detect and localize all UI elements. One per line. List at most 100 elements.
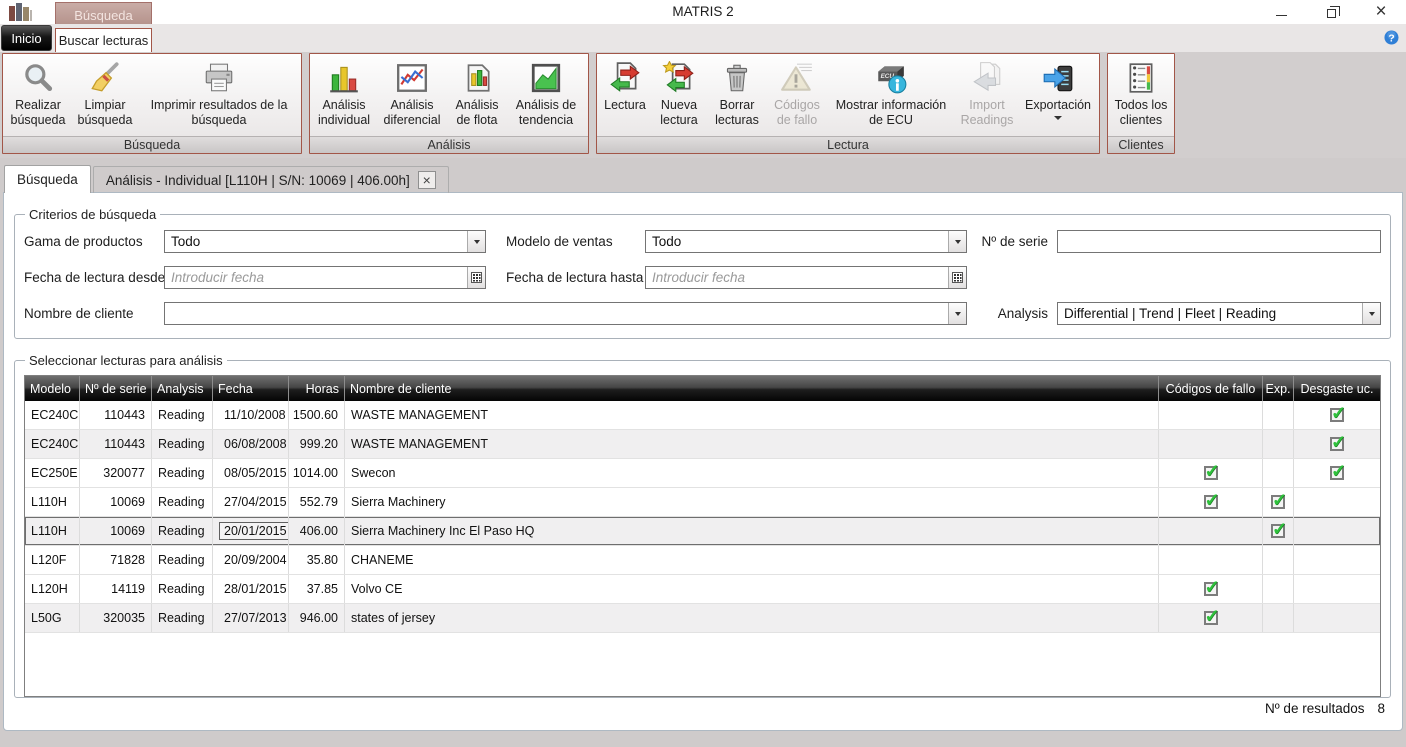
- modelo-ventas-select[interactable]: Todo: [645, 230, 967, 253]
- cell-serie: 320035: [80, 604, 152, 632]
- restore-button[interactable]: [1306, 0, 1356, 24]
- minimize-button[interactable]: [1256, 0, 1306, 24]
- fecha-desde-input[interactable]: [165, 267, 467, 288]
- ribbon-group-busqueda: Realizar búsqueda Limpiar búsqueda Impri…: [2, 53, 302, 154]
- cell-horas: 37.85: [289, 575, 345, 603]
- cell-modelo: L120H: [25, 575, 80, 603]
- trash-icon: [720, 58, 754, 98]
- gama-select[interactable]: Todo: [164, 230, 486, 253]
- analisis-de-tendencia-button[interactable]: Análisis de tendencia: [506, 55, 586, 136]
- results-groupbox: Seleccionar lecturas para análisis Model…: [14, 353, 1391, 698]
- cell-analysis: Reading: [152, 459, 213, 487]
- analisis-de-flota-button[interactable]: Análisis de flota: [448, 55, 506, 136]
- doc-tab-analisis-individual[interactable]: Análisis - Individual [L110H | S/N: 1006…: [93, 166, 449, 193]
- ribbon-button-label: Análisis individual: [315, 98, 373, 128]
- ribbon-group-analisis: Análisis individual Análisis diferencial…: [309, 53, 589, 154]
- help-icon[interactable]: ?: [1384, 30, 1399, 45]
- column-header-serie[interactable]: Nº de serie: [80, 376, 152, 401]
- ribbon-group-caption: Análisis: [310, 136, 588, 153]
- tab-buscar-lecturas[interactable]: Buscar lecturas: [55, 28, 152, 52]
- column-header-horas[interactable]: Horas: [289, 376, 345, 401]
- cell-codigos-fallo: [1159, 546, 1263, 574]
- analisis-diferencial-button[interactable]: Análisis diferencial: [376, 55, 448, 136]
- ribbon-group-caption: Lectura: [597, 136, 1099, 153]
- nueva-lectura-button[interactable]: Nueva lectura: [651, 55, 707, 136]
- column-header-codigos-fallo[interactable]: Códigos de fallo: [1159, 376, 1263, 401]
- num-serie-input[interactable]: [1058, 231, 1380, 252]
- cell-exp: [1263, 488, 1294, 516]
- table-row[interactable]: EC240C 110443 Reading 06/08/2008 999.20 …: [25, 430, 1380, 459]
- table-row[interactable]: L50G 320035 Reading 27/07/2013 946.00 st…: [25, 604, 1380, 633]
- table-row[interactable]: L120H 14119 Reading 28/01/2015 37.85 Vol…: [25, 575, 1380, 604]
- calendar-icon[interactable]: [467, 267, 485, 288]
- cell-fecha: 06/08/2008: [213, 430, 289, 458]
- analysis-label: Analysis: [998, 306, 1057, 321]
- cell-analysis: Reading: [152, 488, 213, 516]
- table-row[interactable]: L120F 71828 Reading 20/09/2004 35.80 CHA…: [25, 546, 1380, 575]
- cell-serie: 110443: [80, 430, 152, 458]
- cell-horas: 406.00: [289, 517, 345, 545]
- analysis-select[interactable]: Differential | Trend | Fleet | Reading: [1057, 302, 1381, 325]
- check-icon: [1204, 495, 1218, 509]
- doc-tab-label: Búsqueda: [17, 172, 78, 187]
- nombre-cliente-select[interactable]: [164, 302, 967, 325]
- cell-cliente: Swecon: [345, 459, 1159, 487]
- table-row[interactable]: EC240C 110443 Reading 11/10/2008 1500.60…: [25, 401, 1380, 430]
- cell-desgaste: [1294, 575, 1380, 603]
- criteria-legend: Criterios de búsqueda: [25, 207, 160, 222]
- column-header-fecha[interactable]: Fecha: [213, 376, 289, 401]
- cell-horas: 999.20: [289, 430, 345, 458]
- column-header-modelo[interactable]: Modelo: [25, 376, 80, 401]
- results-count: Nº de resultados 8: [1265, 701, 1385, 716]
- column-header-desgaste[interactable]: Desgaste uc.: [1294, 376, 1380, 401]
- cell-cliente: CHANEME: [345, 546, 1159, 574]
- realizar-busqueda-button[interactable]: Realizar búsqueda: [5, 55, 71, 136]
- doc-tab-busqueda[interactable]: Búsqueda: [4, 165, 91, 193]
- analisis-individual-button[interactable]: Análisis individual: [312, 55, 376, 136]
- titlebar: MATRIS 2 ×: [0, 0, 1406, 24]
- column-header-exp[interactable]: Exp.: [1263, 376, 1294, 401]
- cell-desgaste: [1294, 430, 1380, 458]
- cell-analysis: Reading: [152, 401, 213, 429]
- lectura-button[interactable]: Lectura: [599, 55, 651, 136]
- calendar-icon[interactable]: [948, 267, 966, 288]
- cell-modelo: EC240C: [25, 430, 80, 458]
- results-legend: Seleccionar lecturas para análisis: [25, 353, 227, 368]
- results-count-label: Nº de resultados: [1265, 701, 1364, 716]
- window-title: MATRIS 2: [0, 4, 1406, 19]
- line-chart-icon: [395, 58, 429, 98]
- chevron-down-icon[interactable]: [1362, 303, 1380, 324]
- tab-inicio[interactable]: Inicio: [1, 25, 52, 51]
- imprimir-resultados-button[interactable]: Imprimir resultados de la búsqueda: [139, 55, 299, 136]
- table-row[interactable]: L110H 10069 Reading 20/01/2015 406.00 Si…: [25, 517, 1380, 546]
- ribbon-button-label: Import Readings: [958, 98, 1016, 128]
- fecha-hasta-input[interactable]: [646, 267, 948, 288]
- close-button[interactable]: ×: [1356, 0, 1406, 24]
- cell-codigos-fallo: [1159, 401, 1263, 429]
- close-tab-icon[interactable]: ×: [418, 171, 436, 189]
- table-row[interactable]: EC250E 320077 Reading 08/05/2015 1014.00…: [25, 459, 1380, 488]
- fecha-desde-field-wrap: [164, 266, 486, 289]
- table-row[interactable]: L110H 10069 Reading 27/04/2015 552.79 Si…: [25, 488, 1380, 517]
- cell-cliente: Sierra Machinery Inc El Paso HQ: [345, 517, 1159, 545]
- ribbon-group-clientes: Todos los clientes Clientes: [1107, 53, 1175, 154]
- results-table-body: EC240C 110443 Reading 11/10/2008 1500.60…: [25, 401, 1380, 633]
- column-header-analysis[interactable]: Analysis: [152, 376, 213, 401]
- column-header-cliente[interactable]: Nombre de cliente: [345, 376, 1159, 401]
- cell-modelo: L50G: [25, 604, 80, 632]
- mostrar-informacion-ecu-button[interactable]: ECU Mostrar información de ECU: [827, 55, 955, 136]
- gama-label: Gama de productos: [24, 234, 164, 249]
- check-icon: [1330, 466, 1344, 480]
- nombre-cliente-input[interactable]: [165, 303, 948, 324]
- todos-los-clientes-button[interactable]: Todos los clientes: [1110, 55, 1172, 136]
- exportacion-button[interactable]: Exportación: [1019, 55, 1097, 136]
- chevron-down-icon[interactable]: [948, 231, 966, 252]
- ribbon-button-label: Análisis de flota: [451, 98, 503, 128]
- ribbon-button-label: Imprimir resultados de la búsqueda: [142, 98, 296, 128]
- cell-exp: [1263, 546, 1294, 574]
- limpiar-busqueda-button[interactable]: Limpiar búsqueda: [71, 55, 139, 136]
- cell-codigos-fallo: [1159, 575, 1263, 603]
- chevron-down-icon[interactable]: [467, 231, 485, 252]
- chevron-down-icon[interactable]: [948, 303, 966, 324]
- borrar-lecturas-button[interactable]: Borrar lecturas: [707, 55, 767, 136]
